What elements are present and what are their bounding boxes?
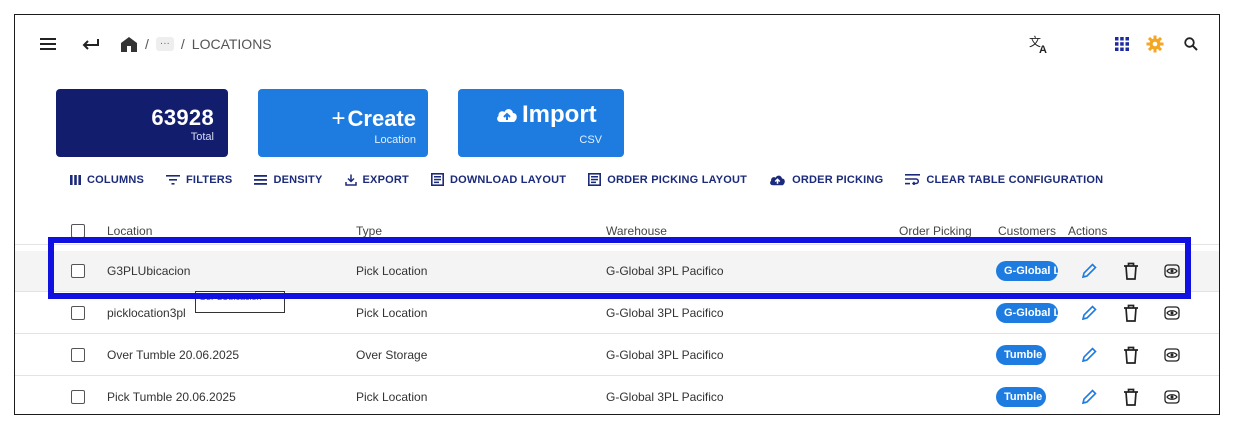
search-icon[interactable] bbox=[1178, 31, 1204, 57]
download-layout-button[interactable]: DOWNLOAD LAYOUT bbox=[430, 173, 567, 186]
cloud-upload-icon bbox=[497, 109, 517, 122]
customer-chip[interactable]: G-Global L bbox=[996, 261, 1058, 281]
columns-label: COLUMNS bbox=[87, 173, 145, 186]
breadcrumb-current: LOCATIONS bbox=[191, 36, 272, 52]
density-label: DENSITY bbox=[273, 173, 323, 186]
row-checkbox[interactable] bbox=[71, 348, 85, 362]
app-frame: / ··· / LOCATIONS 文A 63928 Total +Create… bbox=[14, 14, 1220, 415]
cloud-upload-icon bbox=[770, 175, 785, 185]
cell-type: Over Storage bbox=[356, 348, 428, 362]
cell-warehouse: G-Global 3PL Pacifico bbox=[606, 264, 724, 278]
layout-doc-icon bbox=[588, 173, 602, 186]
import-csv-button[interactable]: Import CSV bbox=[458, 89, 624, 157]
filters-label: FILTERS bbox=[186, 173, 233, 186]
header-actions: Actions bbox=[1068, 224, 1108, 238]
table-row[interactable]: Over Tumble 20.06.2025 Over Storage G-Glob… bbox=[15, 335, 1219, 376]
settings-gear-icon[interactable] bbox=[1142, 31, 1168, 57]
table-row[interactable]: G3PLUbicacion Pick Location G-Global 3PL P… bbox=[15, 251, 1219, 292]
customer-chip[interactable]: Tumble bbox=[996, 345, 1046, 365]
back-icon[interactable] bbox=[77, 31, 103, 57]
view-icon[interactable] bbox=[1161, 302, 1183, 324]
wrap-text-icon bbox=[905, 174, 921, 185]
create-sub-label: Location bbox=[374, 134, 416, 146]
view-icon[interactable] bbox=[1161, 386, 1183, 408]
edit-icon[interactable] bbox=[1078, 386, 1100, 408]
download-layout-label: DOWNLOAD LAYOUT bbox=[449, 173, 567, 186]
cell-location: G3PLUbicacion bbox=[107, 264, 191, 278]
columns-button[interactable]: COLUMNS bbox=[70, 174, 144, 186]
delete-icon[interactable] bbox=[1120, 386, 1142, 408]
delete-icon[interactable] bbox=[1120, 302, 1142, 324]
table-row[interactable]: Pick Tumble 20.06.2025 Pick Location G-Glo… bbox=[15, 377, 1219, 414]
translate-icon[interactable]: 文A bbox=[1027, 31, 1053, 57]
row-checkbox[interactable] bbox=[71, 264, 85, 278]
create-title: +Create bbox=[332, 105, 417, 133]
menu-icon[interactable] bbox=[35, 31, 61, 57]
edit-icon[interactable] bbox=[1078, 302, 1100, 324]
header-order-picking[interactable]: Order Picking bbox=[899, 224, 972, 238]
view-icon[interactable] bbox=[1161, 260, 1183, 282]
order-picking-label: ORDER PICKING bbox=[792, 173, 884, 186]
cell-warehouse: G-Global 3PL Pacifico bbox=[606, 348, 724, 362]
plus-icon: + bbox=[331, 105, 346, 132]
clear-table-configuration-label: CLEAR TABLE CONFIGURATION bbox=[926, 173, 1104, 186]
import-title: Import bbox=[496, 101, 597, 129]
svg-text:A: A bbox=[1039, 44, 1047, 54]
header-location[interactable]: Location bbox=[107, 224, 152, 238]
order-picking-layout-button[interactable]: ORDER PICKING LAYOUT bbox=[588, 173, 747, 186]
density-button[interactable]: DENSITY bbox=[254, 174, 322, 186]
edit-icon[interactable] bbox=[1078, 260, 1100, 282]
breadcrumb: / ··· / LOCATIONS bbox=[145, 36, 272, 52]
create-location-button[interactable]: +Create Location bbox=[258, 89, 428, 157]
delete-icon[interactable] bbox=[1120, 344, 1142, 366]
cell-location: Over Tumble 20.06.2025 bbox=[107, 348, 240, 362]
import-label: Import bbox=[522, 101, 597, 128]
breadcrumb-separator: / bbox=[180, 36, 185, 52]
export-button[interactable]: EXPORT bbox=[344, 173, 409, 186]
filter-icon bbox=[166, 174, 181, 185]
total-card: 63928 Total bbox=[56, 89, 228, 157]
cell-location: picklocation3pl bbox=[107, 306, 186, 320]
row-checkbox[interactable] bbox=[71, 306, 85, 320]
header-type[interactable]: Type bbox=[356, 224, 382, 238]
cell-type: Pick Location bbox=[356, 306, 428, 320]
density-icon bbox=[254, 174, 268, 185]
table-header-row: Location Type Warehouse Order Picking Cu… bbox=[15, 215, 1219, 245]
breadcrumb-ellipsis[interactable]: ··· bbox=[155, 37, 174, 51]
cell-warehouse: G-Global 3PL Pacifico bbox=[606, 306, 724, 320]
header-customers[interactable]: Customers bbox=[998, 224, 1056, 238]
view-icon[interactable] bbox=[1161, 344, 1183, 366]
order-picking-layout-label: ORDER PICKING LAYOUT bbox=[607, 173, 748, 186]
cell-type: Pick Location bbox=[356, 390, 428, 404]
order-picking-button[interactable]: ORDER PICKING bbox=[769, 174, 883, 186]
edit-icon[interactable] bbox=[1078, 344, 1100, 366]
row-checkbox[interactable] bbox=[71, 390, 85, 404]
create-label: Create bbox=[347, 106, 416, 131]
filters-button[interactable]: FILTERS bbox=[166, 174, 232, 186]
header-warehouse[interactable]: Warehouse bbox=[606, 224, 667, 238]
cell-location: Pick Tumble 20.06.2025 bbox=[107, 390, 236, 404]
columns-icon bbox=[70, 174, 81, 185]
top-bar: / ··· / LOCATIONS 文A bbox=[15, 15, 1219, 73]
apps-grid-icon[interactable] bbox=[1109, 31, 1135, 57]
export-label: EXPORT bbox=[362, 173, 409, 186]
clear-table-configuration-button[interactable]: CLEAR TABLE CONFIGURATION bbox=[905, 174, 1103, 186]
layout-doc-icon bbox=[430, 173, 444, 186]
delete-icon[interactable] bbox=[1120, 260, 1142, 282]
download-icon bbox=[344, 174, 357, 186]
table-toolbar: COLUMNS FILTERS DENSITY EXPORT DOWNLOAD … bbox=[70, 173, 1125, 186]
location-tooltip: G3PLUbicacion bbox=[195, 291, 285, 313]
total-count: 63928 bbox=[151, 105, 214, 130]
import-sub-label: CSV bbox=[579, 134, 602, 146]
breadcrumb-separator: / bbox=[145, 36, 149, 52]
customer-chip[interactable]: Tumble bbox=[996, 387, 1046, 407]
cell-type: Pick Location bbox=[356, 264, 428, 278]
home-icon[interactable] bbox=[119, 31, 139, 57]
customer-chip[interactable]: G-Global L bbox=[996, 303, 1058, 323]
select-all-checkbox[interactable] bbox=[71, 224, 85, 238]
total-label: Total bbox=[190, 131, 214, 143]
cell-warehouse: G-Global 3PL Pacifico bbox=[606, 390, 724, 404]
